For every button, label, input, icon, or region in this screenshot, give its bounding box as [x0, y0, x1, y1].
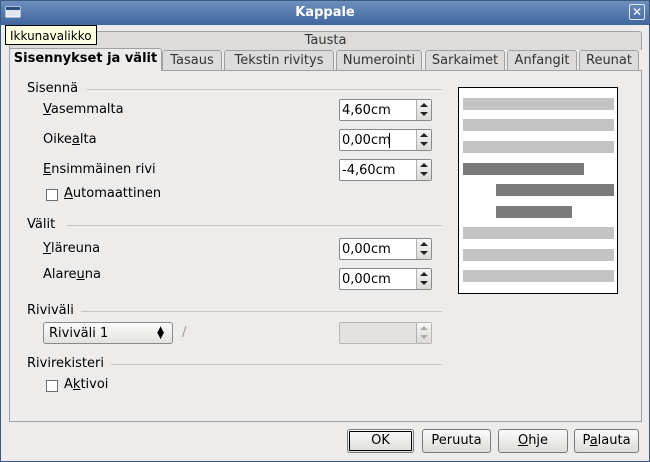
above-paragraph-spinbox[interactable]: 0,00cm — [339, 238, 432, 260]
line-spacing-separator-slash: / — [182, 325, 187, 340]
preview-line — [463, 227, 614, 239]
first-line-spinbox[interactable]: -4,60cm — [339, 159, 432, 181]
ok-button[interactable]: OK — [347, 429, 414, 453]
spacing-section-label: Välit — [27, 217, 56, 232]
cancel-button[interactable]: Peruuta — [422, 429, 491, 453]
tab-tabs[interactable]: Sarkaimet — [425, 50, 505, 70]
reset-button[interactable]: Palauta — [574, 429, 639, 453]
window-menu-tooltip: Ikkunavalikko — [5, 25, 97, 45]
preview-line — [496, 206, 572, 218]
title-bar: Kappale ✕ — [1, 1, 649, 25]
tab-numbering[interactable]: Numerointi — [336, 50, 422, 70]
paragraph-dialog: Kappale ✕ Ikkunavalikko Tausta Sisennyks… — [0, 0, 650, 462]
indent-left-spinbox[interactable]: 4,60cm — [339, 99, 432, 121]
below-paragraph-spinbox[interactable]: 0,00cm — [339, 268, 432, 290]
below-paragraph-label: Alareuna — [43, 267, 101, 282]
tab-text-flow[interactable]: Tekstin rivitys — [224, 50, 334, 70]
automatic-checkbox[interactable] — [46, 189, 58, 201]
indent-section-label: Sisennä — [27, 81, 79, 96]
tab-indents-spacing[interactable]: Sisennykset ja välit — [9, 48, 162, 71]
spin-arrows-icon[interactable] — [416, 100, 431, 120]
activate-label[interactable]: Aktivoi — [64, 377, 108, 392]
preview-line — [463, 249, 614, 261]
above-paragraph-value: 0,00cm — [342, 242, 391, 257]
window-title: Kappale — [295, 5, 355, 20]
indent-left-value: 4,60cm — [342, 103, 391, 118]
preview-line — [496, 184, 614, 196]
spin-arrows-icon[interactable] — [416, 269, 431, 289]
spin-arrows-icon — [416, 323, 431, 343]
indent-right-spinbox[interactable]: 0,00cm — [339, 129, 432, 151]
line-spacing-select[interactable]: Riviväli 1 ▲ ▼ — [43, 322, 173, 344]
preview-line — [463, 141, 614, 153]
line-spacing-select-value: Riviväli 1 — [49, 326, 109, 341]
close-icon[interactable]: ✕ — [629, 4, 645, 20]
line-spacing-amount-spinbox — [339, 322, 432, 344]
spin-arrows-icon[interactable] — [416, 130, 431, 150]
indent-right-value: 0,00cm — [342, 133, 391, 148]
text-cursor — [389, 133, 390, 148]
preview-line — [463, 163, 584, 175]
tab-alignment[interactable]: Tasaus — [162, 50, 222, 70]
indent-left-label: Vasemmalta — [43, 102, 124, 117]
tab-borders[interactable]: Reunat — [579, 50, 639, 70]
preview-line — [463, 270, 614, 282]
preview-line — [463, 119, 614, 131]
preview-line — [463, 98, 614, 110]
spin-arrows-icon[interactable] — [416, 160, 431, 180]
automatic-label[interactable]: Automaattinen — [64, 186, 161, 201]
spin-arrows-icon[interactable] — [416, 239, 431, 259]
tab-drop-caps[interactable]: Anfangit — [507, 50, 577, 70]
activate-checkbox[interactable] — [46, 380, 58, 392]
below-paragraph-value: 0,00cm — [342, 272, 391, 287]
indent-right-label: Oikealta — [43, 132, 97, 147]
line-spacing-separator — [81, 311, 442, 312]
spacing-separator — [67, 225, 442, 226]
first-line-value: -4,60cm — [342, 163, 396, 178]
line-spacing-section-label: Riviväli — [27, 303, 74, 318]
indent-separator — [87, 89, 442, 90]
help-button[interactable]: Ohje — [498, 429, 568, 453]
dropdown-arrows-icon: ▲ ▼ — [157, 325, 164, 341]
register-section-label: Rivirekisteri — [27, 356, 104, 371]
register-separator — [111, 364, 442, 365]
paragraph-preview — [458, 87, 618, 294]
first-line-label: Ensimmäinen rivi — [43, 162, 156, 177]
above-paragraph-label: Yläreuna — [43, 241, 101, 256]
